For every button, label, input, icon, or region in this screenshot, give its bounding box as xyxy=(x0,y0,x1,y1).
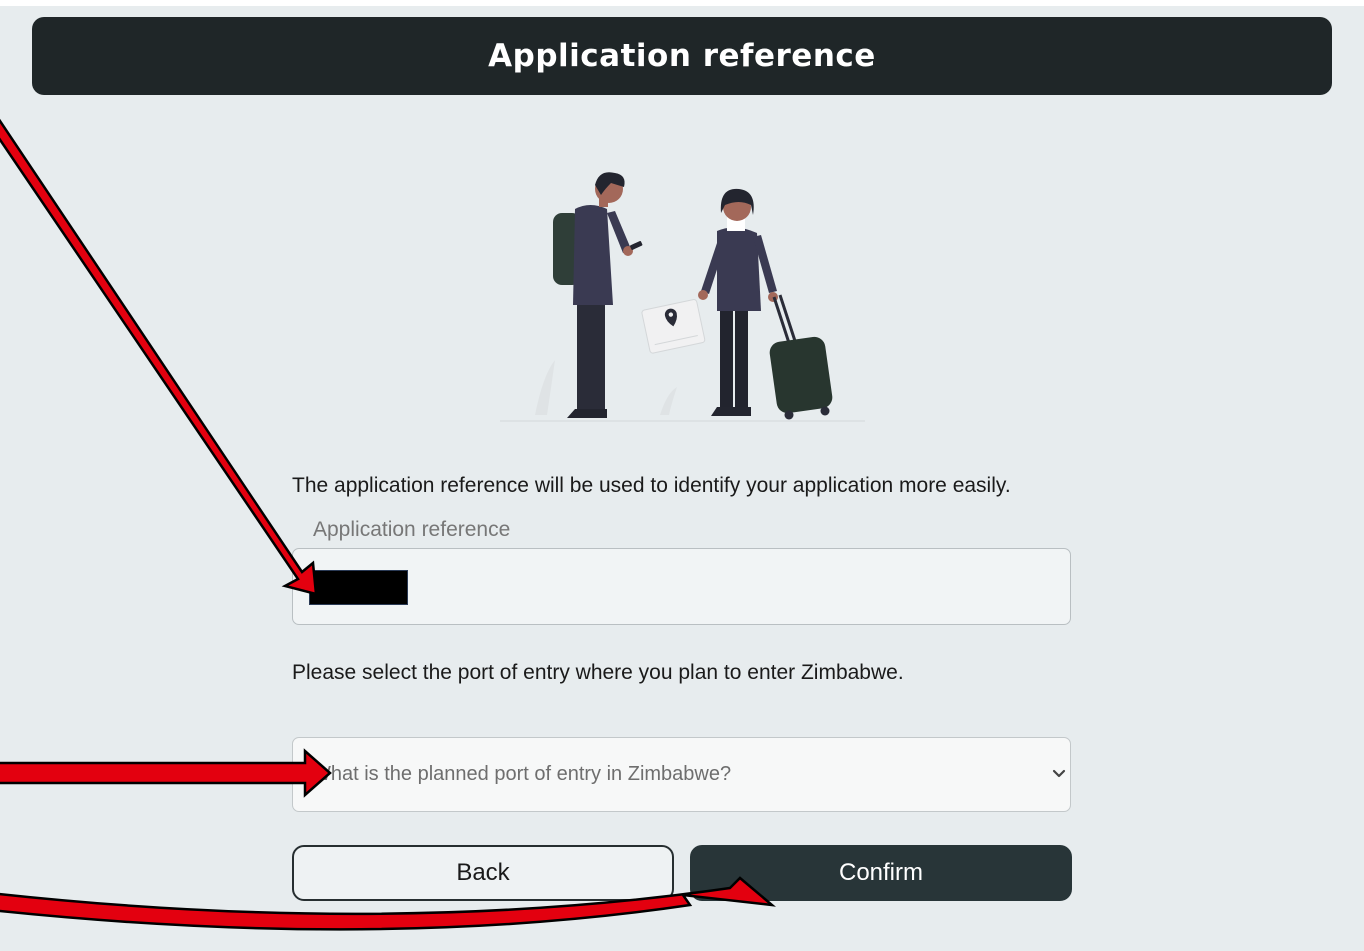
redacted-value xyxy=(309,570,408,605)
application-reference-input[interactable] xyxy=(292,548,1071,625)
application-reference-label: Application reference xyxy=(313,518,511,541)
chevron-down-icon[interactable] xyxy=(1049,764,1069,784)
arrow-to-port-select xyxy=(0,748,332,798)
port-of-entry-placeholder: What is the planned port of entry in Zim… xyxy=(312,763,732,785)
page-header: Application reference xyxy=(32,17,1332,95)
page-title: Application reference xyxy=(488,38,876,74)
intro-text: The application reference will be used t… xyxy=(292,474,1011,497)
back-button[interactable]: Back xyxy=(292,845,674,901)
port-of-entry-text: Please select the port of entry where yo… xyxy=(292,661,904,684)
confirm-button[interactable]: Confirm xyxy=(690,845,1072,901)
travelers-illustration xyxy=(500,172,865,422)
top-strip xyxy=(0,0,1364,6)
arrow-to-reference-input xyxy=(0,118,318,596)
